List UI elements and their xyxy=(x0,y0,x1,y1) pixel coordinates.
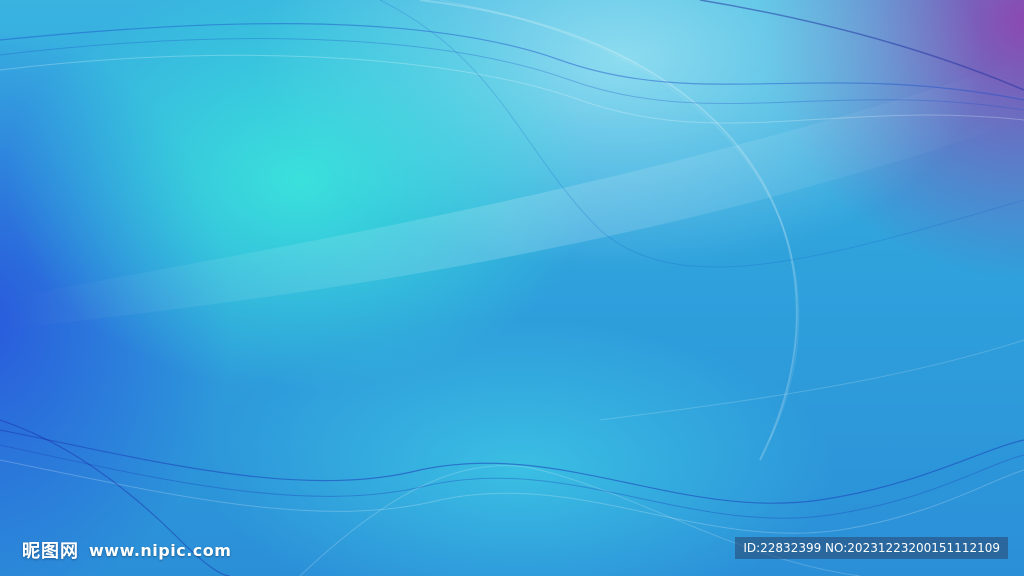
wave-lines xyxy=(0,0,1024,576)
watermark-id-strip: ID:22832399 NO:20231223200151112109 xyxy=(735,537,1008,559)
watermark-logo: 昵图网 xyxy=(22,541,79,562)
abstract-background: 昵图网 www.nipic.com ID:22832399 NO:2023122… xyxy=(0,0,1024,576)
watermark-id-text: ID:22832399 NO:20231223200151112109 xyxy=(743,541,1000,555)
watermark-site: www.nipic.com xyxy=(89,540,232,560)
watermark-brand: 昵图网 www.nipic.com xyxy=(22,537,231,563)
